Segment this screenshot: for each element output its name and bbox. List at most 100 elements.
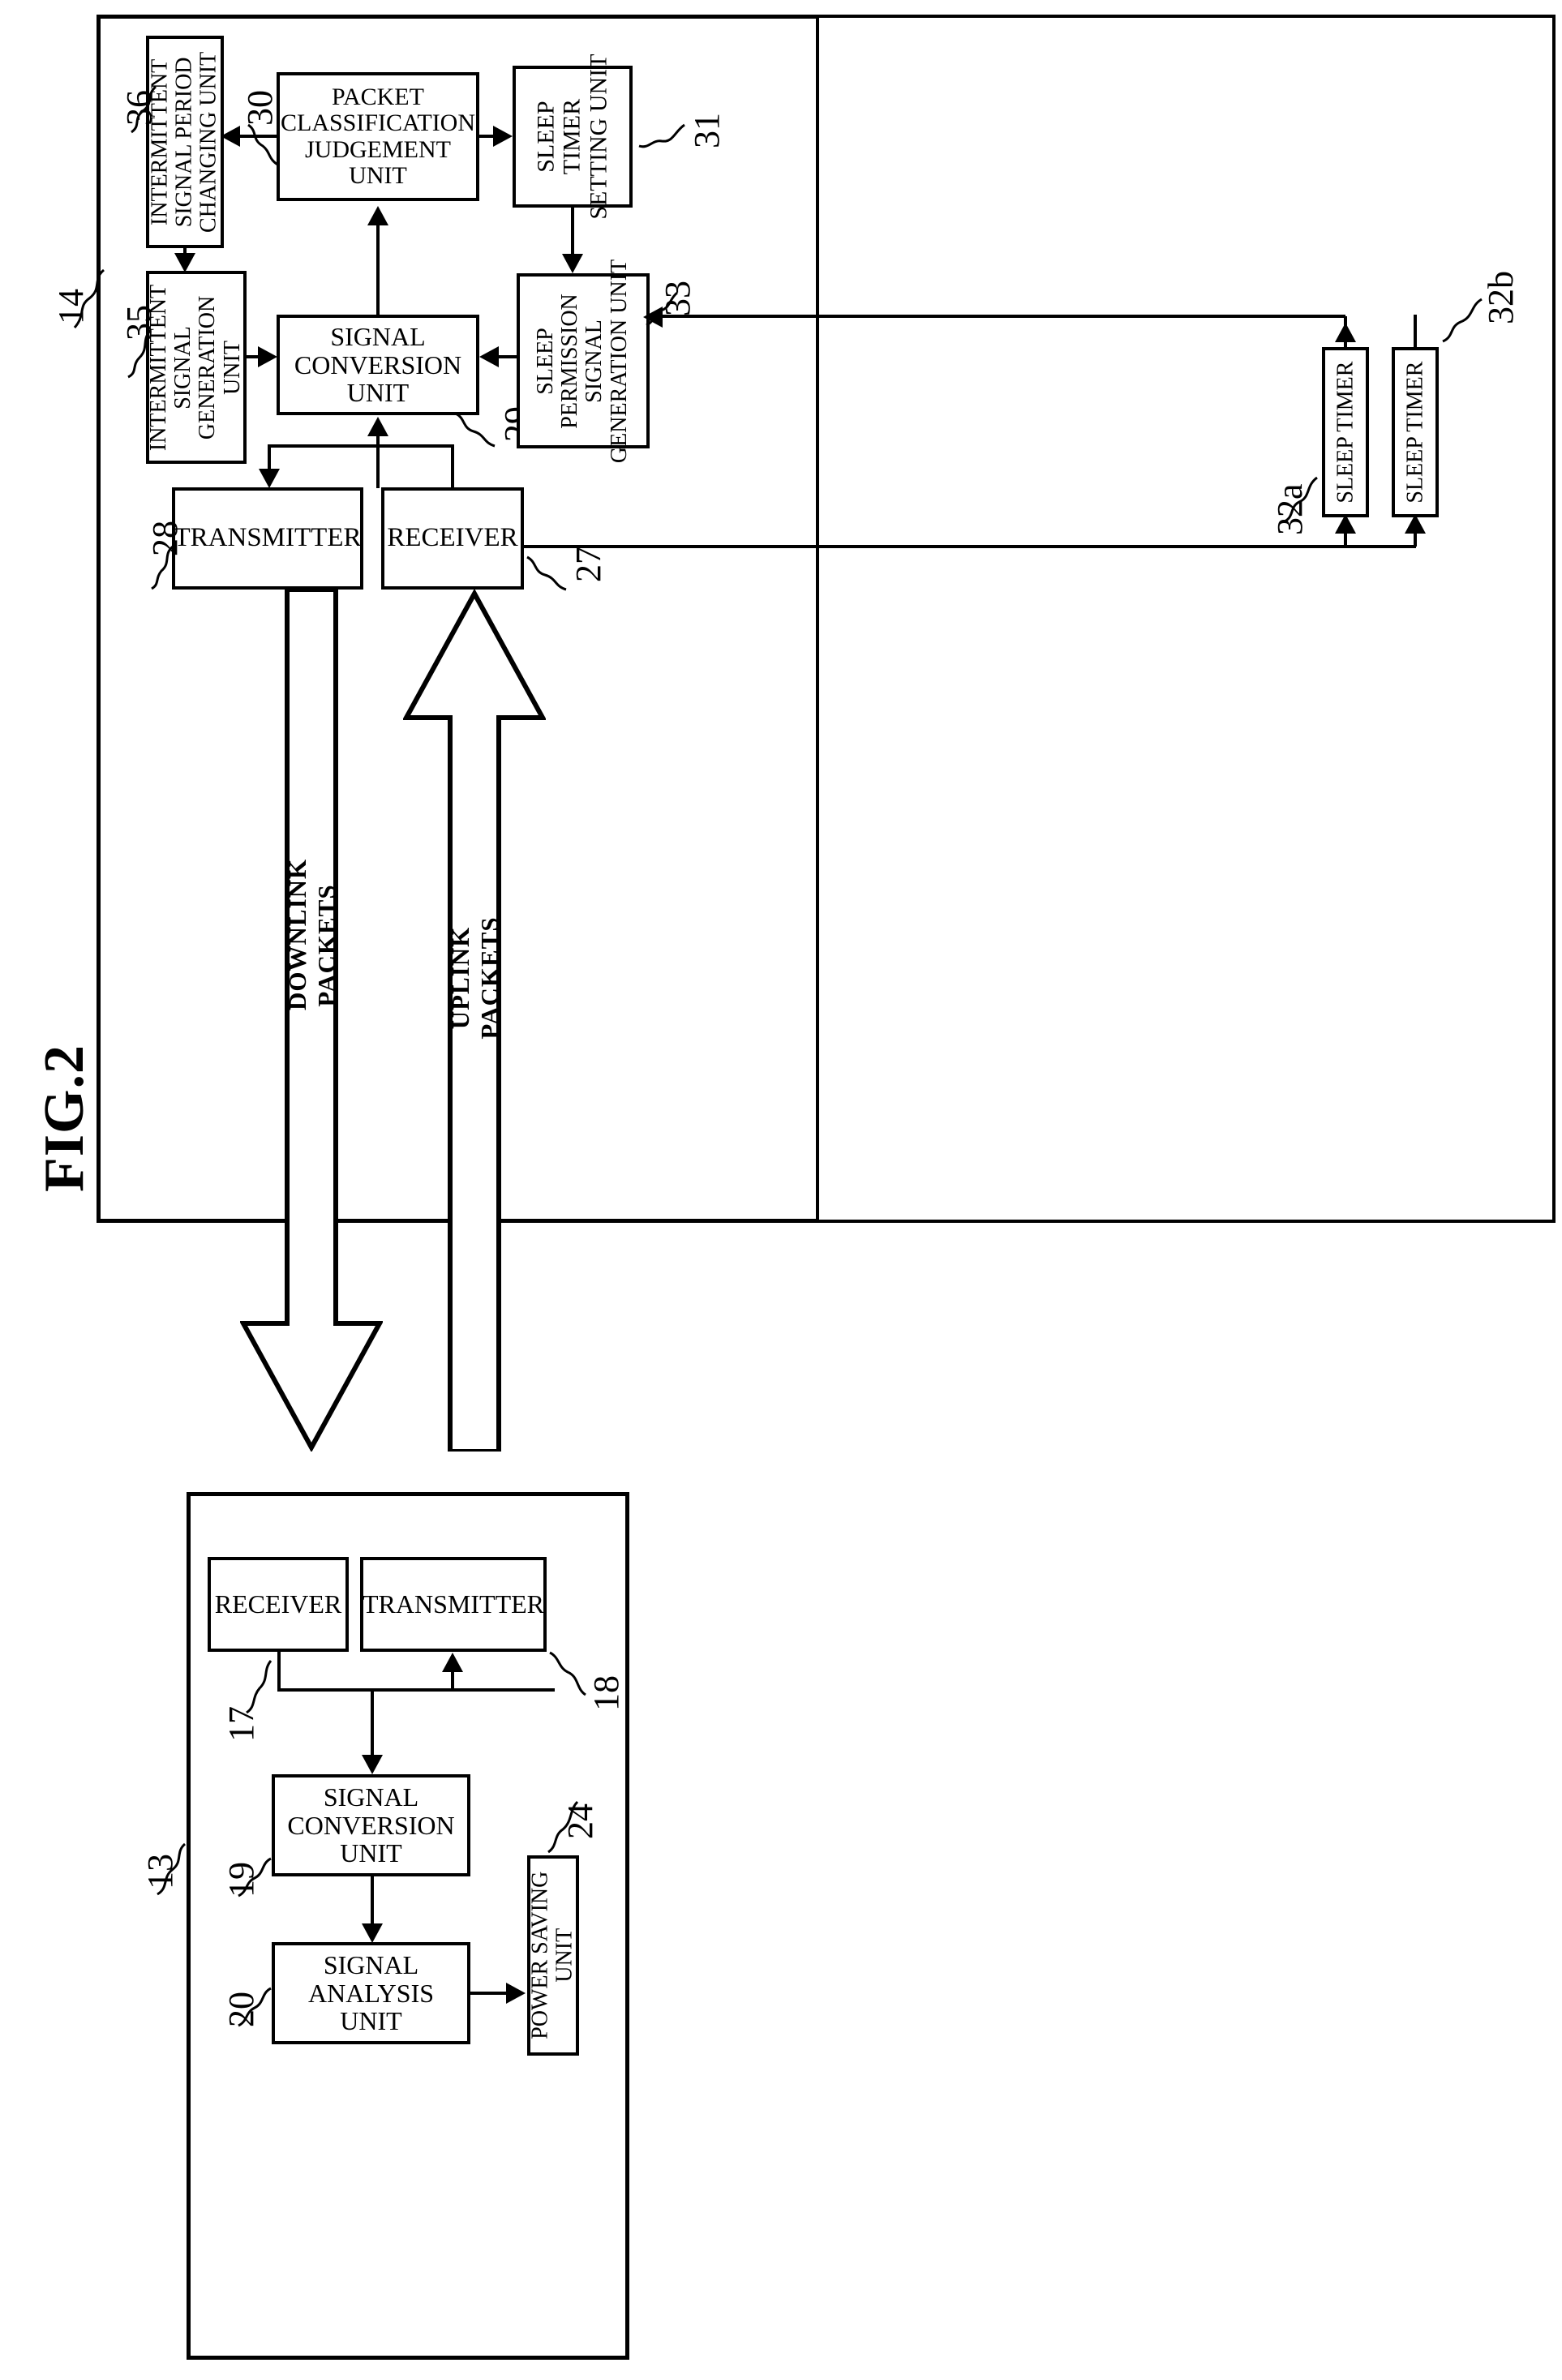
block-sleep-timer-a[interactable]: SLEEP TIMER [1322,347,1369,517]
conn-33-to-29-arrow [479,346,499,367]
block-29-line-2: CONVERSION [294,349,462,380]
ref-19-leader [235,1855,276,1899]
conn-17-down [277,1652,281,1691]
conn-29-to-30 [376,211,380,315]
conn-timer-a-out-h [657,315,1345,318]
conn-19-to-20 [371,1876,374,1928]
uplink-line-1: UPLINK [446,926,474,1030]
conn-19-to-20-arrow [362,1923,383,1943]
block-signal-conversion-unit-bs[interactable]: SIGNAL CONVERSION UNIT [277,315,479,415]
ref-30-leader [243,123,282,167]
block-19-line-2: CONVERSION [287,1810,455,1840]
block-35-line-4: UNIT [220,340,246,395]
conn-to-19-arrow [362,1755,383,1774]
block-29-line-1: SIGNAL [330,322,426,352]
conn-timer-a-out-arrow [643,307,663,328]
block-29-line-3: UNIT [346,378,410,408]
ref-24-leader [545,1799,581,1855]
ref-36-leader [123,85,162,134]
conn-bus-to-transmitter-arrow [259,469,280,488]
block-24-line-1: POWER SAVING [527,1871,553,2040]
block-signal-conversion-unit-terminal[interactable]: SIGNAL CONVERSION UNIT [272,1774,470,1876]
ref-17-leader [243,1659,279,1716]
base-station-boundary-right-edge [816,15,819,1223]
ref-27: 27 [569,547,608,582]
ref-31-leader [637,114,688,154]
conn-20-to-24-arrow [506,1983,526,2004]
downlink-line-1: DOWNLINK [283,858,311,1010]
block-27-label: RECEIVER [387,523,518,553]
base-station-boundary-far-right-edge [1552,15,1556,1223]
block-36-line-2: SIGNAL PERIOD [171,57,197,227]
block-packet-classification-judgement-unit[interactable]: PACKET CLASSIFICATION JUDGEMENT UNIT [277,72,479,201]
figure-label: FIG.2 [33,1044,96,1192]
downlink-packets-label: DOWNLINK PACKETS [283,858,341,1010]
ref-20-leader [235,1985,276,2029]
ref-32a-leader [1281,474,1324,525]
block-20-line-1: SIGNAL [323,1950,419,1980]
base-station-boundary-bottom-ext [816,1220,1556,1223]
ref-29-leader [454,412,501,449]
ref-18: 18 [586,1675,626,1711]
block-20-line-3: UNIT [340,2006,402,2036]
conn-31-to-33 [571,208,574,258]
block-transmitter-terminal[interactable]: TRANSMITTER [360,1557,547,1652]
conn-29-to-30-arrow [367,206,388,225]
ref-30: 30 [240,90,280,126]
block-28-label: TRANSMITTER [174,523,362,553]
block-intermittent-signal-period-changing-unit[interactable]: INTERMITTENT SIGNAL PERIOD CHANGING UNIT [146,36,224,248]
conn-20-to-24 [470,1992,509,1995]
patent-figure-page: FIG.2 14 INTERMITTENT SIGNAL PERIOD CHAN… [0,0,1562,2380]
conn-31-to-33-arrow [562,254,583,273]
conn-to-18-arrow [442,1653,463,1672]
conn-36-to-35-arrow [174,253,195,272]
downlink-packets-arrow [240,590,383,1452]
ref-28-leader [148,545,179,590]
block-35-line-2: SIGNAL [170,325,196,410]
uplink-line-2: PACKETS [475,916,504,1040]
downlink-line-2: PACKETS [312,884,341,1007]
uplink-packets-label: UPLINK PACKETS [446,913,504,1043]
ref-32b-leader [1441,296,1488,345]
block-30-line-1: PACKET [332,83,424,110]
block-transmitter-bs[interactable]: TRANSMITTER [172,487,363,590]
block-36-line-3: CHANGING UNIT [196,51,222,233]
block-19-label: SIGNAL CONVERSION UNIT [287,1783,454,1868]
ref-13-leader [146,1841,193,1898]
ref-14-leader [57,268,114,332]
block-19-line-1: SIGNAL [323,1782,419,1812]
block-signal-analysis-unit[interactable]: SIGNAL ANALYSIS UNIT [272,1942,470,2044]
block-intermittent-signal-generation-unit[interactable]: INTERMITTENT SIGNAL GENERATION UNIT [146,271,247,464]
block-sleep-permission-signal-generation-unit[interactable]: SLEEP PERMISSION SIGNAL GENERATION UNIT [517,259,650,463]
ref-35-leader [123,328,157,379]
conn-receiver-to-29-arrow [367,417,388,436]
block-power-saving-unit[interactable]: POWER SAVING UNIT [527,1855,579,2056]
block-36-line-1: INTERMITTENT [147,58,173,225]
block-31-line-2: TIMER [558,98,586,175]
block-35-line-3: GENERATION [195,295,221,440]
block-receiver-terminal[interactable]: RECEIVER [208,1557,349,1652]
block-18-label: TRANSMITTER [363,1589,544,1619]
block-30-line-4: UNIT [349,161,407,189]
conn-30-to-36 [234,135,277,138]
conn-17-bus [277,1688,555,1692]
block-17-label: RECEIVER [214,1589,342,1619]
block-33-line-3: SIGNAL [582,319,607,403]
block-receiver-bs[interactable]: RECEIVER [381,487,524,590]
block-32a-label: SLEEP TIMER [1332,361,1358,504]
block-30-line-3: JUDGEMENT [305,135,451,163]
conn-to-19-v [371,1688,374,1761]
block-24-line-2: UNIT [552,1928,578,1983]
conn-to-timer-b-arrow [1405,514,1426,534]
block-sleep-timer-setting-unit[interactable]: SLEEP TIMER SETTING UNIT [513,54,633,220]
conn-receiver-to-timers-h [524,545,1416,548]
conn-timer-b-out-v [1414,315,1417,349]
conn-35-to-29-arrow [258,346,277,367]
block-31-line-3: SETTING UNIT [585,54,612,220]
block-33-line-2: PERMISSION [557,293,583,429]
block-31-line-1: SLEEP [532,101,560,173]
block-sleep-timer-b[interactable]: SLEEP TIMER [1392,347,1439,517]
block-19-line-3: UNIT [340,1838,402,1868]
conn-30-to-31-arrow [493,126,513,147]
block-33-line-4: GENERATION UNIT [607,259,633,463]
